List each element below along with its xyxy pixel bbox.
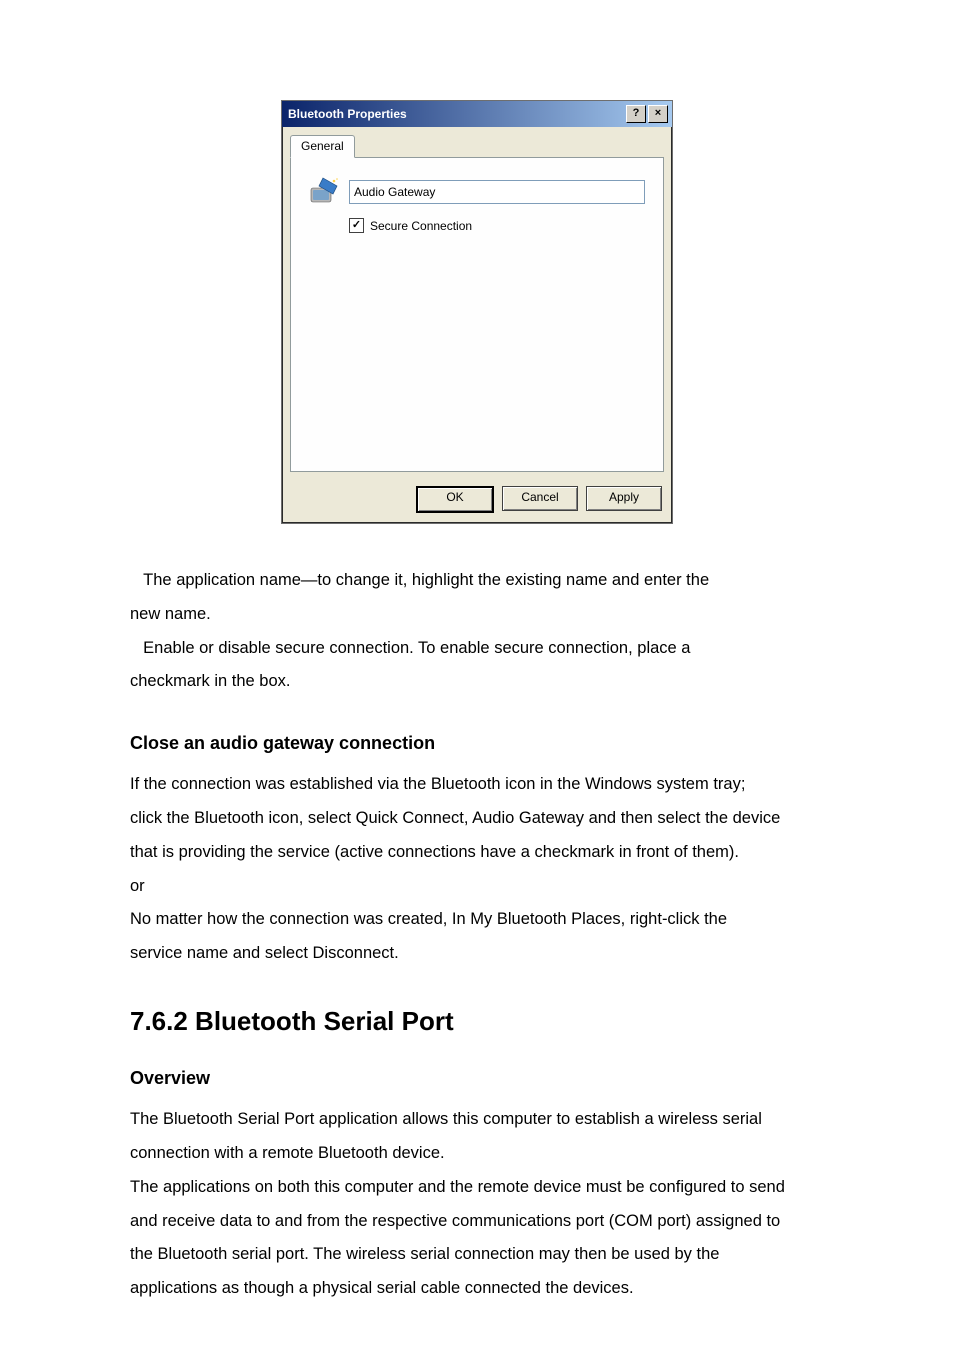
close-p1: If the connection was established via th… <box>130 768 824 802</box>
bullet-appname-line2: new name. <box>130 598 824 632</box>
overview-p4: and receive data to and from the respect… <box>130 1205 824 1239</box>
overview-p6: applications as though a physical serial… <box>130 1272 824 1306</box>
close-p6: service name and select Disconnect. <box>130 937 824 971</box>
titlebar-text: Bluetooth Properties <box>288 107 626 121</box>
button-bar: OK Cancel Apply <box>282 478 672 523</box>
apply-button[interactable]: Apply <box>586 486 662 511</box>
tab-general[interactable]: General <box>290 135 355 158</box>
close-button[interactable]: × <box>648 105 668 123</box>
bluetooth-properties-dialog: Bluetooth Properties ? × General <box>281 100 673 524</box>
tab-host: General <box>282 127 672 478</box>
overview-heading: Overview <box>130 1060 824 1097</box>
check-mark-icon: ✓ <box>352 220 361 231</box>
tab-row: General <box>290 135 664 158</box>
tab-panel-general: ✓ Secure Connection <box>290 157 664 472</box>
bullet-secure-line1: Enable or disable secure connection. To … <box>130 632 824 666</box>
close-p4: or <box>130 870 824 904</box>
secure-connection-label: Secure Connection <box>370 219 472 233</box>
name-row <box>309 176 645 208</box>
titlebar[interactable]: Bluetooth Properties ? × <box>282 101 672 127</box>
help-button[interactable]: ? <box>626 105 646 123</box>
bullet-icon <box>130 632 139 666</box>
secure-connection-checkbox[interactable]: ✓ <box>349 218 364 233</box>
section-heading-serial-port: 7.6.2 Bluetooth Serial Port <box>130 995 824 1048</box>
close-p3: that is providing the service (active co… <box>130 836 824 870</box>
bluetooth-device-icon <box>309 176 341 208</box>
overview-p1: The Bluetooth Serial Port application al… <box>130 1103 824 1137</box>
dialog-wrap: Bluetooth Properties ? × General <box>130 100 824 524</box>
secure-connection-row[interactable]: ✓ Secure Connection <box>349 218 645 233</box>
ok-button[interactable]: OK <box>416 486 494 513</box>
bullet-secure-line2: checkmark in the box. <box>130 665 824 699</box>
body-content: The application name—to change it, highl… <box>130 564 824 1306</box>
titlebar-buttons: ? × <box>626 105 668 123</box>
bullet-appname-line1: The application name—to change it, highl… <box>130 564 824 598</box>
cancel-button[interactable]: Cancel <box>502 486 578 511</box>
bullet-icon <box>130 564 139 598</box>
overview-p3: The applications on both this computer a… <box>130 1171 824 1205</box>
overview-p5: the Bluetooth serial port. The wireless … <box>130 1238 824 1272</box>
close-audio-heading: Close an audio gateway connection <box>130 725 824 762</box>
close-p2: click the Bluetooth icon, select Quick C… <box>130 802 824 836</box>
application-name-input[interactable] <box>349 180 645 204</box>
close-p5: No matter how the connection was created… <box>130 903 824 937</box>
overview-p2: connection with a remote Bluetooth devic… <box>130 1137 824 1171</box>
